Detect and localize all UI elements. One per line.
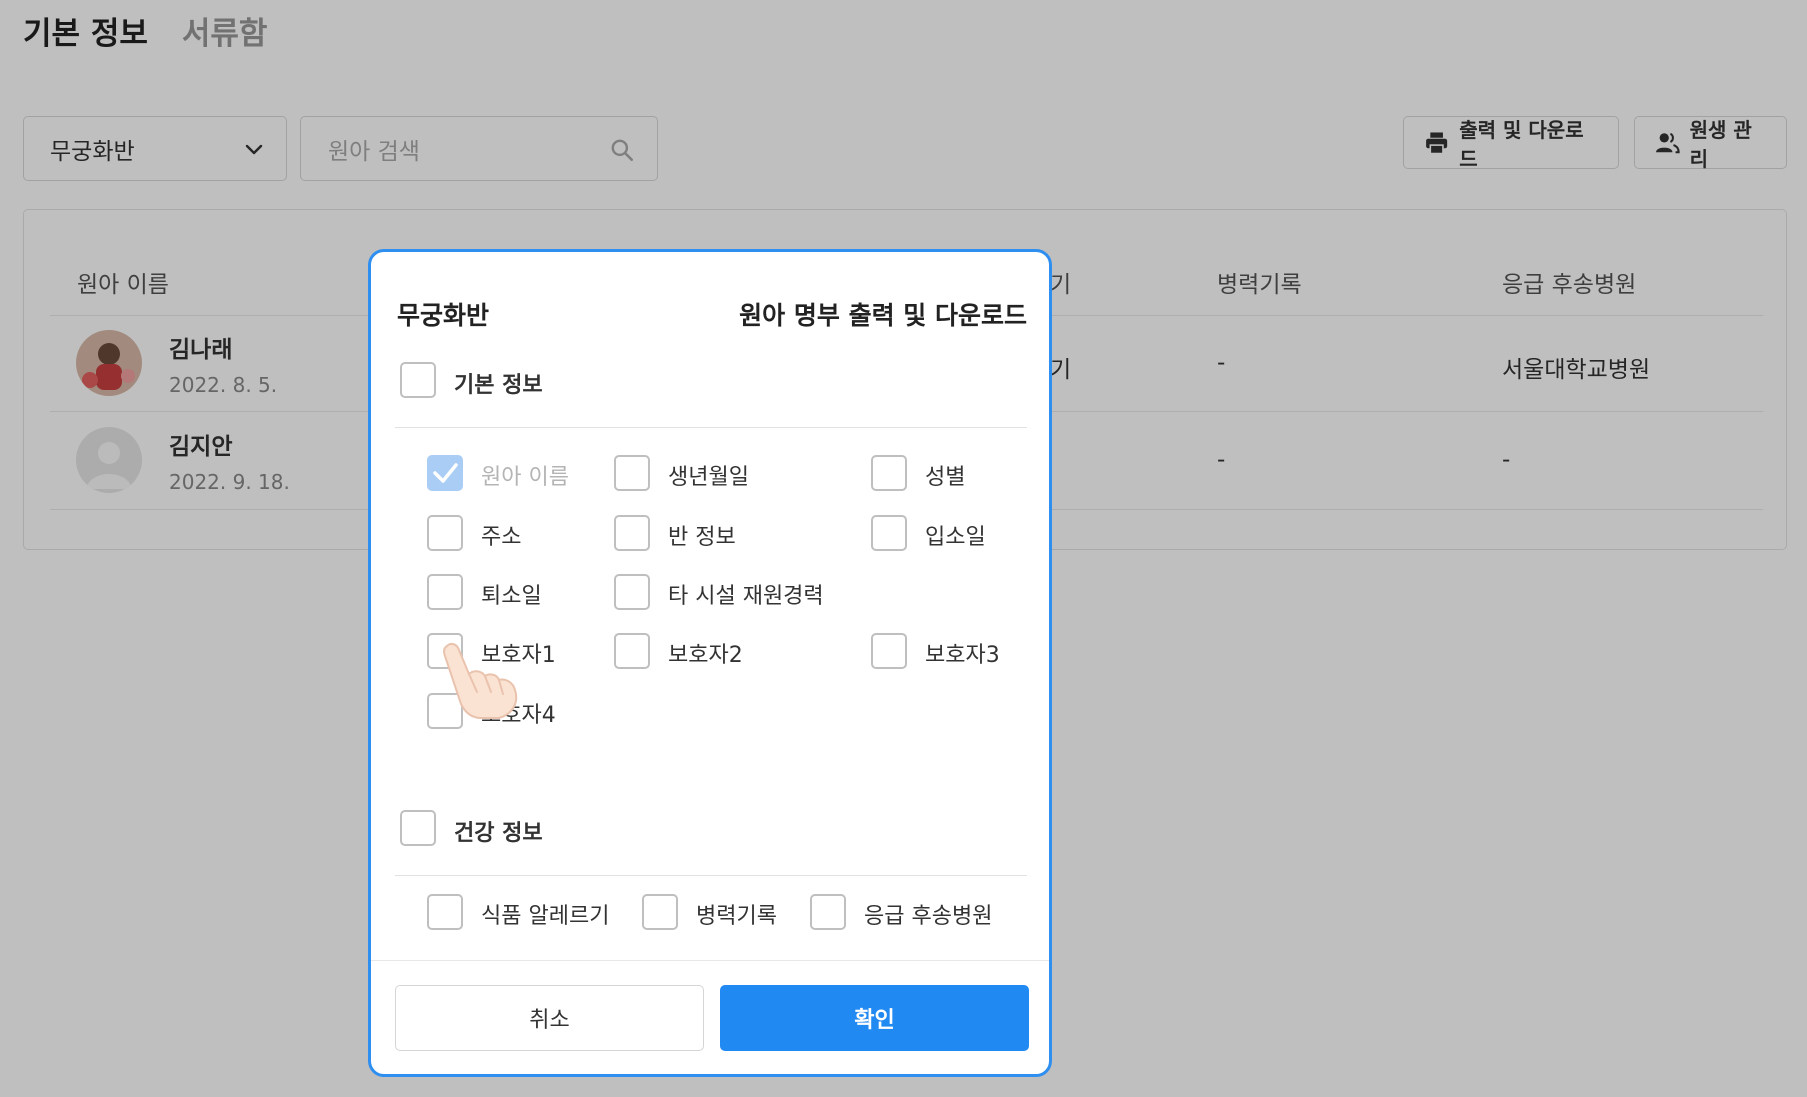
checkbox-gender[interactable] (871, 455, 907, 491)
label-address: 주소 (481, 525, 522, 550)
label-emergency-hospital: 응급 후송병원 (864, 904, 993, 929)
dialog-title: 원아 명부 출력 및 다운로드 (739, 301, 1027, 330)
section-divider (395, 427, 1027, 428)
check-icon (433, 463, 458, 483)
section-health-info: 건강 정보 (454, 821, 543, 846)
section-basic-info: 기본 정보 (454, 373, 543, 398)
checkbox-basic-info-all[interactable] (400, 362, 436, 398)
checkbox-emergency-hospital[interactable] (810, 894, 846, 930)
checkbox-leave-date[interactable] (427, 574, 463, 610)
checkbox-food-allergy[interactable] (427, 894, 463, 930)
checkbox-child-name[interactable] (427, 455, 463, 491)
label-birthdate: 생년월일 (668, 465, 749, 490)
label-gender: 성별 (925, 465, 966, 490)
label-class-info: 반 정보 (668, 525, 736, 550)
checkbox-guardian-2[interactable] (614, 633, 650, 669)
label-guardian-2: 보호자2 (668, 643, 743, 668)
dialog-class-name: 무궁화반 (397, 301, 490, 330)
checkbox-guardian-3[interactable] (871, 633, 907, 669)
label-guardian-3: 보호자3 (925, 643, 1000, 668)
label-food-allergy: 식품 알레르기 (481, 904, 610, 929)
checkbox-birthdate[interactable] (614, 455, 650, 491)
checkbox-class-info[interactable] (614, 515, 650, 551)
label-enroll-date: 입소일 (925, 525, 986, 550)
checkbox-address[interactable] (427, 515, 463, 551)
checkbox-medical-history[interactable] (642, 894, 678, 930)
checkbox-other-facility[interactable] (614, 574, 650, 610)
label-medical-history: 병력기록 (696, 904, 777, 929)
checkbox-health-info-all[interactable] (400, 810, 436, 846)
label-child-name: 원아 이름 (481, 465, 569, 490)
dialog-footer-divider (371, 960, 1049, 961)
label-other-facility: 타 시설 재원경력 (668, 584, 824, 609)
cancel-button[interactable]: 취소 (395, 985, 704, 1051)
label-leave-date: 퇴소일 (481, 584, 542, 609)
section-divider (395, 875, 1027, 876)
confirm-button[interactable]: 확인 (720, 985, 1029, 1051)
checkbox-enroll-date[interactable] (871, 515, 907, 551)
pointer-hand-icon (442, 642, 518, 719)
